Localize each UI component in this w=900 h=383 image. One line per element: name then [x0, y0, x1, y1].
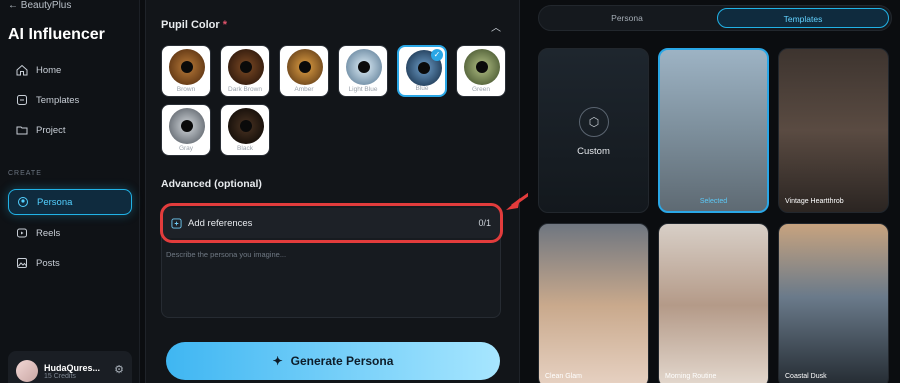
pupil-swatch-green[interactable]: Green — [456, 45, 506, 97]
user-credits: 15 Credits — [44, 372, 76, 380]
cube-icon: ⬡ — [579, 107, 609, 137]
sidebar-item-project[interactable]: Project — [8, 117, 132, 143]
swatch-label: Green — [471, 86, 491, 93]
swatch-label: Brown — [176, 86, 196, 93]
eye-image — [228, 108, 264, 144]
sparkle-icon: ✦ — [272, 354, 283, 368]
pupil-swatch-blue[interactable]: ✓ Blue — [397, 45, 447, 97]
reels-icon — [17, 228, 27, 238]
tab-templates[interactable]: Templates — [717, 8, 889, 28]
custom-template-card[interactable]: ⬡ Custom — [538, 48, 649, 213]
swatch-label: Blue — [415, 85, 429, 92]
templates-icon — [17, 95, 27, 105]
eye-image — [169, 108, 205, 144]
eye-image — [464, 49, 500, 85]
sidebar-item-templates[interactable]: Templates — [8, 87, 132, 113]
sidebar-item-label: Reels — [36, 227, 61, 239]
pupil-swatch-light-blue[interactable]: Light Blue — [338, 45, 388, 97]
template-caption: Clean Glam — [545, 373, 582, 380]
persona-icon — [18, 197, 28, 207]
sidebar-item-posts[interactable]: Posts — [8, 250, 132, 276]
sidebar-item-label: Home — [36, 64, 62, 76]
pupil-swatch-gray[interactable]: Gray — [161, 104, 211, 156]
template-card-clean-glam[interactable]: Clean Glam — [538, 223, 649, 383]
pupil-color-label: Pupil Color — [161, 19, 220, 31]
check-icon: ✓ — [431, 49, 443, 61]
persona-form-panel: Pupil Color * ︿ Brown Dark Brown Amber L… — [145, 0, 520, 383]
template-card-coastal-dusk[interactable]: Coastal Dusk — [778, 223, 889, 383]
sidebar-item-label: Project — [36, 124, 66, 136]
posts-icon — [17, 258, 27, 268]
template-card-morning-routine[interactable]: Morning Routine — [658, 223, 769, 383]
pupil-color-heading: Pupil Color * — [161, 19, 227, 31]
pupil-swatch-black[interactable]: Black — [220, 104, 270, 156]
eye-image — [287, 49, 323, 85]
pupil-swatch-amber[interactable]: Amber — [279, 45, 329, 97]
required-mark: * — [222, 19, 228, 31]
template-card-selected[interactable]: Selected — [658, 48, 769, 213]
avatar — [16, 360, 38, 382]
template-caption: Vintage Heartthrob — [785, 198, 844, 205]
sidebar-item-reels[interactable]: Reels — [8, 220, 132, 246]
sidebar-item-home[interactable]: Home — [8, 57, 132, 83]
section-label-create: CREATE — [8, 170, 42, 177]
sidebar: ← BeautyPlus AI Influencer Home Template… — [0, 0, 140, 383]
sidebar-item-label: Posts — [36, 257, 60, 269]
selected-tag: Selected — [699, 198, 728, 205]
user-card[interactable]: HudaQures... 15 Credits ⚙ — [8, 351, 132, 383]
eye-image — [169, 49, 205, 85]
sidebar-item-persona[interactable]: Persona — [8, 189, 132, 215]
references-count: 0/1 — [478, 218, 491, 228]
template-gallery: Persona Templates ⬡ Custom Selected Vint… — [528, 0, 900, 383]
swatch-label: Dark Brown — [228, 86, 262, 93]
folder-icon — [16, 126, 28, 135]
tab-persona[interactable]: Persona — [541, 8, 713, 28]
template-caption: Coastal Dusk — [785, 373, 827, 380]
home-icon — [16, 64, 28, 76]
back-link[interactable]: ← BeautyPlus — [8, 0, 71, 11]
tab-bar: Persona Templates — [538, 5, 892, 31]
advanced-heading: Advanced (optional) — [161, 178, 262, 190]
swatch-label: Amber — [294, 86, 314, 93]
eye-image — [346, 49, 382, 85]
generate-persona-button[interactable]: ✦ Generate Persona — [166, 342, 500, 380]
describe-placeholder: Describe the persona you imagine... — [166, 250, 287, 259]
custom-label: Custom — [577, 146, 610, 157]
eye-image — [228, 49, 264, 85]
user-name: HudaQures... — [44, 362, 101, 373]
swatch-label: Light Blue — [348, 86, 378, 93]
pupil-swatch-brown[interactable]: Brown — [161, 45, 211, 97]
app-title: AI Influencer — [8, 26, 105, 43]
sidebar-item-label: Templates — [36, 94, 80, 106]
image-add-icon — [171, 217, 182, 229]
template-card-vintage-heartthrob[interactable]: Vintage Heartthrob — [778, 48, 889, 213]
chevron-up-icon[interactable]: ︿ — [491, 19, 501, 34]
add-references-button[interactable]: Add references 0/1 — [161, 208, 501, 238]
template-caption: Morning Routine — [665, 373, 717, 380]
sidebar-item-label: Persona — [37, 196, 73, 208]
swatch-label: Black — [237, 145, 253, 152]
generate-label: Generate Persona — [290, 354, 394, 368]
gear-icon[interactable]: ⚙ — [114, 363, 124, 376]
add-references-label: Add references — [188, 217, 253, 229]
swatch-label: Gray — [178, 145, 194, 152]
pupil-swatch-dark-brown[interactable]: Dark Brown — [220, 45, 270, 97]
